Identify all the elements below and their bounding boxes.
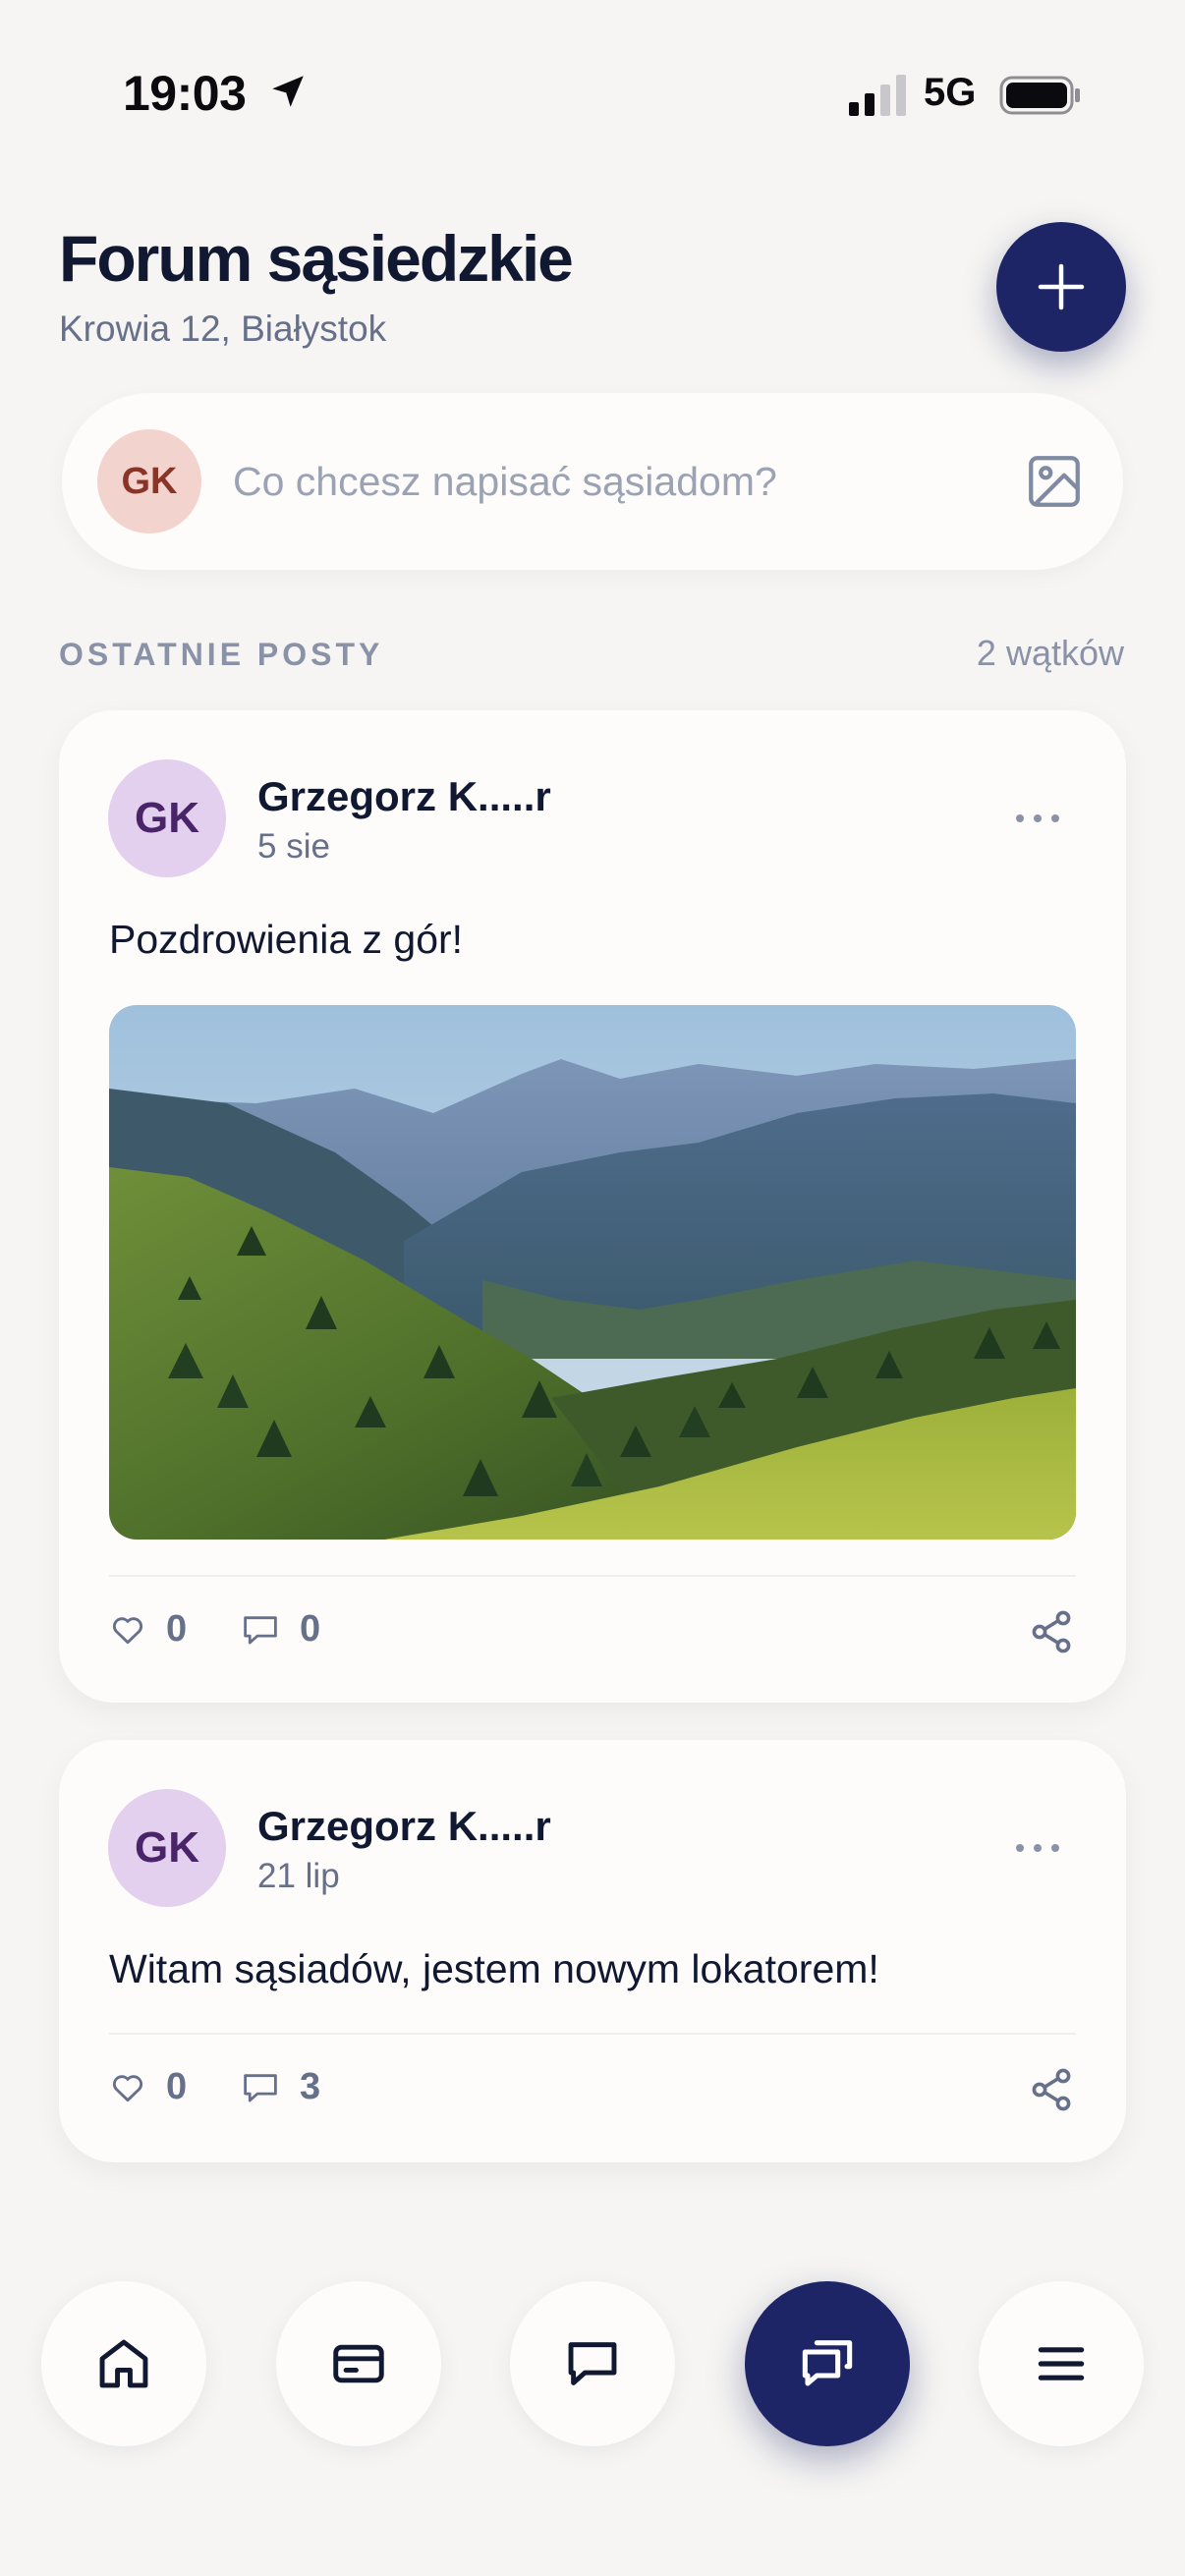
composer-input[interactable] — [233, 448, 1019, 515]
comment-icon — [244, 1615, 277, 1644]
more-options-icon[interactable] — [1008, 799, 1067, 838]
post-date: 5 sie — [257, 827, 330, 866]
post-author[interactable]: Grzegorz K.....r — [257, 773, 551, 820]
home-icon — [99, 2339, 148, 2388]
post-photo[interactable] — [109, 1005, 1076, 1540]
signal-icon — [849, 75, 906, 116]
post-author[interactable]: Grzegorz K.....r — [257, 1803, 551, 1850]
nav-payments-button[interactable] — [276, 2281, 441, 2446]
status-time: 19:03 — [123, 66, 247, 121]
post-card[interactable]: GK Grzegorz K.....r 21 lip Witam sąsiadó… — [59, 1740, 1126, 2162]
page-subtitle: Krowia 12, Białystok — [59, 308, 387, 349]
location-arrow-icon — [272, 76, 304, 107]
post-card[interactable]: GK Grzegorz K.....r 5 sie Pozdrowienia z… — [59, 710, 1126, 1703]
like-button[interactable]: 0 — [109, 2066, 187, 2108]
comment-count: 0 — [300, 1608, 321, 1650]
divider — [109, 1575, 1076, 1577]
like-count: 0 — [166, 2066, 188, 2107]
avatar: GK — [108, 1789, 226, 1907]
heart-icon — [112, 2074, 143, 2101]
share-icon[interactable] — [1028, 2066, 1075, 2113]
nav-home-button[interactable] — [41, 2281, 206, 2446]
page-title: Forum sąsiedzkie — [59, 222, 574, 295]
add-post-button[interactable] — [996, 222, 1126, 352]
heart-icon — [112, 1616, 143, 1644]
menu-icon — [1038, 2347, 1085, 2380]
post-date: 21 lip — [257, 1857, 340, 1895]
network-label: 5G — [924, 71, 977, 114]
card-icon — [333, 2344, 384, 2383]
comment-count: 3 — [300, 2066, 321, 2107]
more-options-icon[interactable] — [1008, 1828, 1067, 1868]
comment-button[interactable]: 3 — [241, 2066, 320, 2108]
section-label: OSTATNIE POSTY — [59, 637, 384, 672]
post-text: Pozdrowienia z gór! — [109, 917, 464, 962]
chat-icon — [568, 2342, 617, 2385]
nav-messages-button[interactable] — [510, 2281, 675, 2446]
comment-icon — [244, 2073, 277, 2101]
avatar: GK — [97, 429, 201, 533]
image-icon[interactable] — [1025, 452, 1084, 511]
like-count: 0 — [166, 1608, 188, 1650]
post-composer[interactable]: GK — [62, 393, 1123, 570]
forum-icon — [802, 2340, 853, 2386]
like-button[interactable]: 0 — [109, 1608, 187, 1651]
divider — [109, 2033, 1076, 2035]
thread-count: 2 wątków — [976, 633, 1124, 673]
share-icon[interactable] — [1028, 1608, 1075, 1655]
plus-icon — [1038, 263, 1085, 310]
comment-button[interactable]: 0 — [241, 1608, 320, 1651]
post-text: Witam sąsiadów, jestem nowym lokatorem! — [109, 1946, 879, 1991]
nav-forum-button[interactable] — [745, 2281, 910, 2446]
nav-menu-button[interactable] — [979, 2281, 1144, 2446]
battery-icon — [999, 76, 1080, 115]
avatar: GK — [108, 759, 226, 877]
